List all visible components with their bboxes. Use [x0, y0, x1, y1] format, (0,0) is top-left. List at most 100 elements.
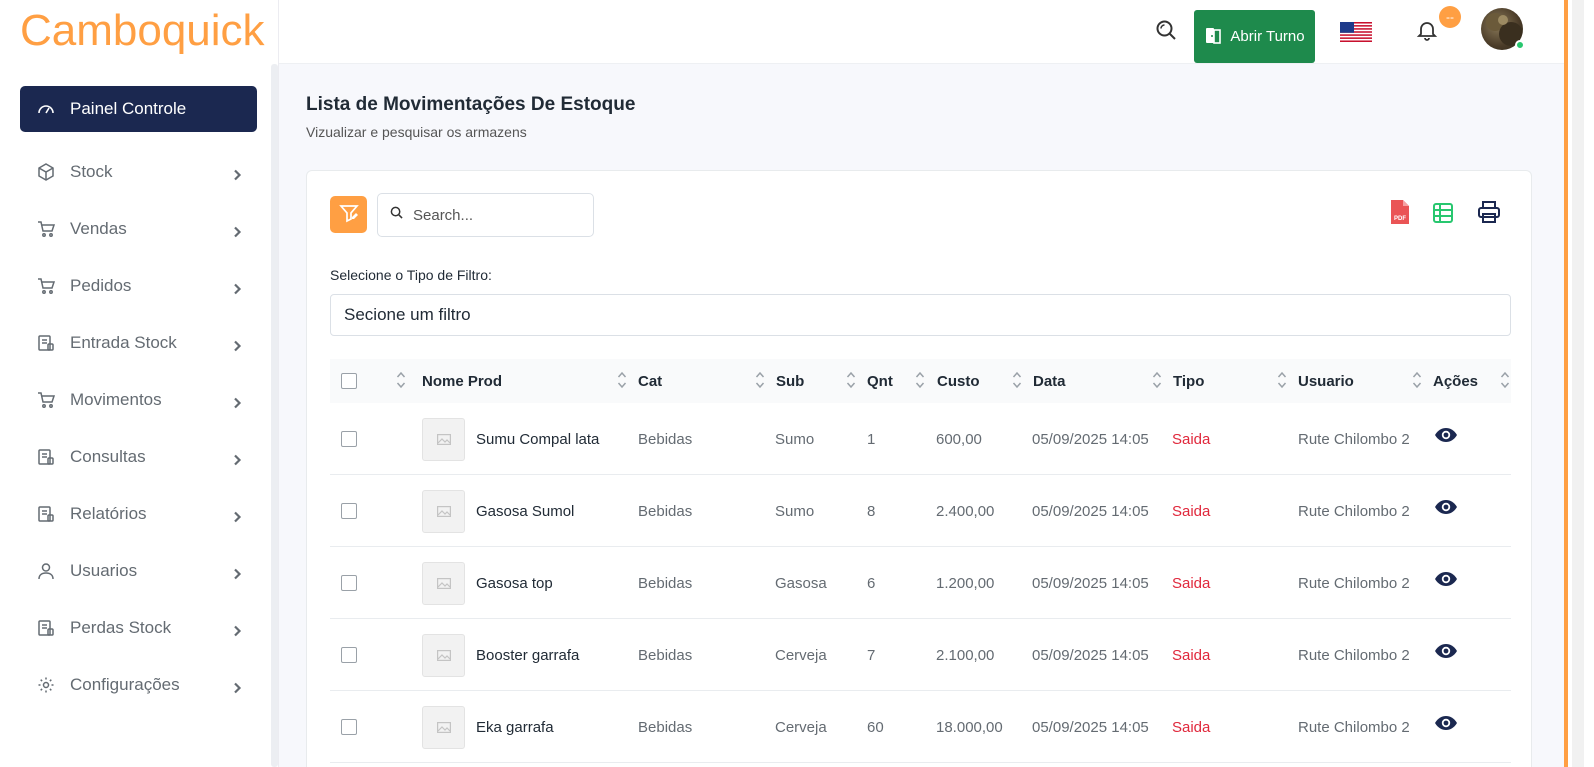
column-header[interactable]: Tipo: [1173, 359, 1204, 403]
view-eye-icon[interactable]: [1434, 687, 1458, 759]
cart-icon: [36, 276, 56, 296]
pdf-export-icon[interactable]: PDF: [1389, 199, 1411, 225]
sidebar-item-label: Perdas Stock: [70, 617, 172, 637]
sidebar-item-pedidos[interactable]: Pedidos: [20, 257, 257, 314]
view-eye-icon[interactable]: [1434, 399, 1458, 471]
sort-icon[interactable]: [1412, 370, 1422, 390]
page-scrollbar-track[interactable]: [1572, 0, 1584, 767]
movements-table: Nome Prod Cat Sub Qnt Custo Data Tipo Usuario Aç…: [330, 359, 1511, 763]
open-shift-button[interactable]: Abrir Turno: [1194, 10, 1315, 63]
view-eye-icon[interactable]: [1434, 543, 1458, 615]
sort-icon[interactable]: [846, 370, 856, 390]
row-checkbox[interactable]: [341, 431, 357, 447]
us-flag-icon[interactable]: [1340, 22, 1372, 42]
view-eye-icon[interactable]: [1434, 471, 1458, 543]
cell-subcategory: Cerveja: [775, 718, 827, 736]
sidebar-item-label: Movimentos: [70, 389, 162, 409]
document-icon: [36, 504, 56, 524]
search-icon[interactable]: [1154, 18, 1178, 42]
column-header[interactable]: Custo: [937, 359, 980, 403]
column-header[interactable]: Nome Prod: [422, 359, 502, 403]
sidebar-scrollbar[interactable]: [271, 64, 278, 767]
sort-icon[interactable]: [755, 370, 765, 390]
cell-product-name: Gasosa top: [476, 574, 553, 592]
cell-subcategory: Cerveja: [775, 646, 827, 664]
row-checkbox[interactable]: [341, 503, 357, 519]
table-header: Nome Prod Cat Sub Qnt Custo Data Tipo Usuario Aç…: [330, 359, 1511, 403]
sort-icon[interactable]: [1500, 370, 1510, 390]
box-icon: [36, 162, 56, 182]
column-header[interactable]: Sub: [776, 359, 804, 403]
row-checkbox-cell: [341, 619, 357, 691]
sort-icon[interactable]: [915, 370, 925, 390]
image-placeholder-icon: [422, 633, 465, 677]
chevron-right-icon: [231, 280, 243, 294]
search-input[interactable]: [413, 206, 583, 224]
cell-cost: 1.200,00: [936, 574, 995, 592]
cell-category: Bebidas: [638, 502, 693, 520]
column-header[interactable]: Qnt: [867, 359, 893, 403]
chevron-right-icon: [231, 223, 243, 237]
row-checkbox[interactable]: [341, 647, 357, 663]
sidebar-item-stock[interactable]: Stock: [20, 143, 257, 200]
sort-icon[interactable]: [396, 370, 406, 390]
sidebar-menu: Painel Controle Stock Vendas Pedidos Entrada…: [20, 86, 257, 713]
product-thumbnail: [422, 403, 465, 475]
bell-icon[interactable]: [1415, 18, 1439, 42]
sort-icon[interactable]: [1152, 370, 1162, 390]
svg-text:PDF: PDF: [1394, 216, 1406, 222]
sidebar-item-label: Configurações: [70, 674, 180, 694]
gear-icon: [36, 675, 56, 695]
open-shift-label: Abrir Turno: [1230, 28, 1305, 45]
sidebar-item-label: Pedidos: [70, 275, 132, 295]
sort-icon[interactable]: [1012, 370, 1022, 390]
row-checkbox[interactable]: [341, 719, 357, 735]
sidebar-item-usuarios[interactable]: Usuarios: [20, 542, 257, 599]
sidebar-item-configura-es[interactable]: Configurações: [20, 656, 257, 713]
app-logo[interactable]: Camboquick: [20, 6, 265, 56]
table-row[interactable]: Sumu Compal lata Bebidas Sumo 1 600,00 05/09/…: [330, 403, 1511, 475]
sidebar-item-painel-controle[interactable]: Painel Controle: [20, 86, 257, 132]
column-header[interactable]: Usuario: [1298, 359, 1354, 403]
cell-category: Bebidas: [638, 430, 693, 448]
sidebar-item-relat-rios[interactable]: Relatórios: [20, 485, 257, 542]
chevron-right-icon: [231, 451, 243, 465]
table-row[interactable]: Gasosa top Bebidas Gasosa 6 1.200,00 05/09/20…: [330, 547, 1511, 619]
document-icon: [36, 447, 56, 467]
filter-type-select[interactable]: Secione um filtro: [330, 294, 1511, 336]
column-header[interactable]: Ações: [1433, 359, 1478, 403]
top-header: Abrir Turno --: [279, 0, 1564, 64]
chevron-right-icon: [231, 508, 243, 522]
column-header[interactable]: Cat: [638, 359, 662, 403]
chevron-right-icon: [231, 337, 243, 351]
print-icon[interactable]: [1476, 199, 1502, 225]
cell-product-name: Gasosa Sumol: [476, 502, 575, 520]
table-row[interactable]: Eka garrafa Bebidas Cerveja 60 18.000,00 05/0…: [330, 691, 1511, 763]
row-checkbox-cell: [341, 403, 357, 475]
sidebar-item-vendas[interactable]: Vendas: [20, 200, 257, 257]
cart-icon: [36, 219, 56, 239]
select-all-checkbox[interactable]: [341, 373, 357, 389]
sidebar-item-label: Usuarios: [70, 560, 138, 580]
cell-category: Bebidas: [638, 574, 693, 592]
sidebar-item-perdas-stock[interactable]: Perdas Stock: [20, 599, 257, 656]
chevron-right-icon: [231, 166, 243, 180]
search-field[interactable]: [377, 193, 594, 237]
sidebar-item-movimentos[interactable]: Movimentos: [20, 371, 257, 428]
sidebar-item-consultas[interactable]: Consultas: [20, 428, 257, 485]
sort-icon[interactable]: [1277, 370, 1287, 390]
column-header[interactable]: Data: [1033, 359, 1066, 403]
table-row[interactable]: Gasosa Sumol Bebidas Sumo 8 2.400,00 05/09/20…: [330, 475, 1511, 547]
page-scrollbar[interactable]: [1564, 0, 1594, 767]
sidebar-item-entrada-stock[interactable]: Entrada Stock: [20, 314, 257, 371]
cell-user: Rute Chilombo 2: [1298, 430, 1410, 448]
sidebar-item-label: Relatórios: [70, 503, 147, 523]
filter-toggle-button[interactable]: [330, 196, 367, 233]
cell-date: 05/09/2025 14:05: [1032, 574, 1149, 592]
cell-type: Saida: [1172, 646, 1211, 664]
sort-icon[interactable]: [617, 370, 627, 390]
row-checkbox[interactable]: [341, 575, 357, 591]
table-row[interactable]: Booster garrafa Bebidas Cerveja 7 2.100,00 05…: [330, 619, 1511, 691]
excel-export-icon[interactable]: [1431, 201, 1455, 225]
view-eye-icon[interactable]: [1434, 615, 1458, 687]
